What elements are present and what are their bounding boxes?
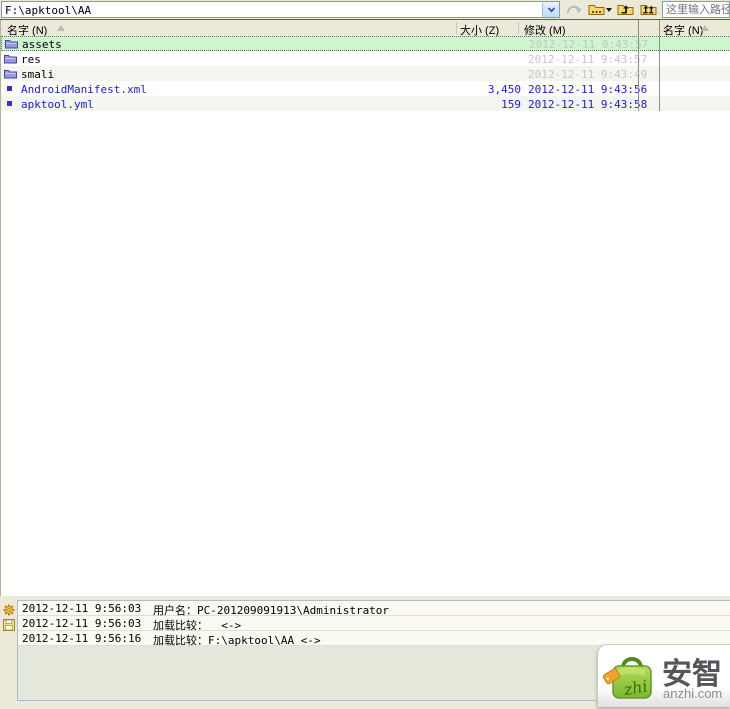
table-row-apktool-yml[interactable]: apktool.yml 159 2012-12-11 9:43:58 — [1, 96, 730, 111]
chevron-down-icon[interactable] — [542, 2, 559, 17]
sort-asc-icon — [701, 25, 709, 31]
file-list-panes: 名字 (N) 大小 (Z) 修改 (M) 名字 (N) assets 2012-… — [0, 20, 730, 596]
curved-arrow-icon[interactable] — [565, 2, 582, 17]
file-icon — [7, 86, 12, 91]
address-combobox[interactable]: F:\apktool\AA — [1, 1, 560, 18]
path-input[interactable] — [662, 1, 730, 18]
table-row-smali[interactable]: smali 2012-12-11 9:43:49 — [1, 66, 730, 81]
anzhi-watermark: zhi 安智 anzhi.com — [597, 644, 730, 707]
save-icon[interactable] — [3, 618, 15, 636]
log-line: 2012-12-11 9:56:03 用户名：PC-201209091913\A… — [18, 601, 730, 617]
parent-folder-icon[interactable] — [617, 2, 634, 17]
file-compare-window: F:\apktool\AA 这里输入路径 名字 (N) 大小 (Z) 修改 (M… — [0, 0, 730, 709]
folder-icon — [5, 38, 18, 52]
header-separator — [518, 22, 519, 34]
shopping-bag-icon: zhi — [602, 650, 660, 709]
sort-asc-icon — [57, 25, 65, 31]
browse-folder-icon[interactable] — [588, 2, 605, 17]
column-header-row: 名字 (N) 大小 (Z) 修改 (M) 名字 (N) — [1, 20, 730, 37]
log-line: 2012-12-11 9:56:03 加载比较： <-> — [18, 616, 730, 632]
folder-icon — [4, 68, 17, 82]
table-row-assets[interactable]: assets 2012-12-11 9:43:57 — [1, 36, 730, 51]
table-row-androidmanifest[interactable]: AndroidManifest.xml 3,450 2012-12-11 9:4… — [1, 81, 730, 96]
root-folder-icon[interactable] — [640, 2, 657, 17]
address-value[interactable]: F:\apktool\AA — [5, 4, 91, 17]
browse-dropdown-icon[interactable] — [606, 8, 612, 12]
pane-divider — [659, 20, 660, 111]
header-separator — [456, 22, 457, 34]
table-row-res[interactable]: res 2012-12-11 9:43:57 — [1, 51, 730, 66]
toolbar: F:\apktool\AA — [0, 0, 730, 20]
folder-icon — [4, 53, 17, 67]
pane-divider — [638, 20, 639, 111]
anzhi-domain-text: anzhi.com — [663, 686, 723, 701]
file-icon — [7, 101, 12, 106]
